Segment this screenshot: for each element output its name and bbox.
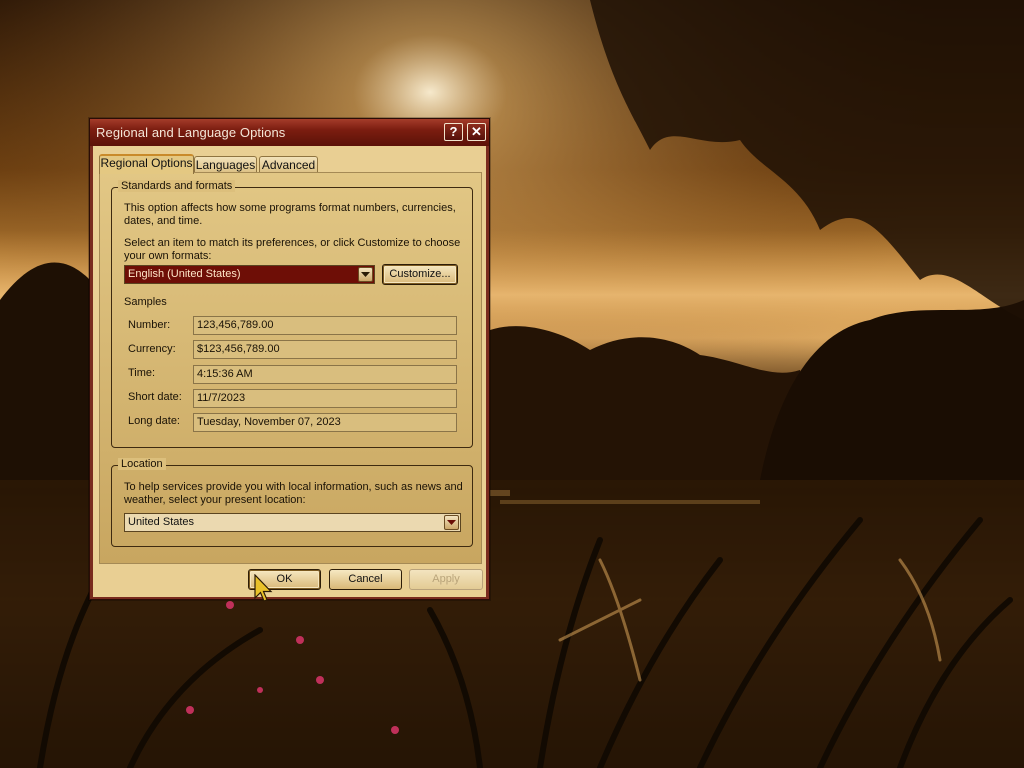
- cancel-button[interactable]: Cancel: [329, 569, 402, 590]
- sample-long-date-label: Long date:: [128, 415, 180, 427]
- tab-advanced[interactable]: Advanced: [259, 156, 318, 173]
- format-dropdown[interactable]: English (United States): [124, 265, 375, 284]
- location-desc-line2: weather, select your present location:: [124, 494, 306, 506]
- standards-formats-group: Standards and formats This option affect…: [111, 180, 473, 448]
- standards-select-line1: Select an item to match its preferences,…: [124, 237, 461, 249]
- sample-number-label: Number:: [128, 319, 171, 331]
- sample-currency-label: Currency:: [128, 343, 176, 355]
- help-button[interactable]: ?: [444, 123, 463, 141]
- samples-label: Samples: [124, 296, 167, 308]
- sample-time-value: 4:15:36 AM: [193, 365, 457, 384]
- sample-long-date-value: Tuesday, November 07, 2023: [193, 413, 457, 432]
- standards-select-line2: your own formats:: [124, 250, 212, 262]
- location-dropdown-value: United States: [128, 516, 195, 528]
- tab-regional-options[interactable]: Regional Options: [99, 154, 194, 174]
- customize-button[interactable]: Customize...: [382, 264, 458, 285]
- regional-language-dialog: Regional and Language Options ? ✕ Region…: [89, 118, 490, 600]
- location-desc-line1: To help services provide you with local …: [124, 481, 463, 493]
- sample-number-value: 123,456,789.00: [193, 316, 457, 335]
- sample-time-label: Time:: [128, 367, 156, 379]
- close-icon: ✕: [471, 124, 482, 139]
- sample-short-date-value: 11/7/2023: [193, 389, 457, 408]
- standards-formats-title: Standards and formats: [118, 180, 236, 192]
- location-group: Location To help services provide you wi…: [111, 458, 473, 547]
- title-bar[interactable]: Regional and Language Options ? ✕: [90, 119, 489, 146]
- dialog-title: Regional and Language Options: [96, 125, 286, 140]
- sample-short-date-label: Short date:: [128, 391, 182, 403]
- location-dropdown[interactable]: United States: [124, 513, 461, 532]
- close-button[interactable]: ✕: [467, 123, 486, 141]
- dialog-client-area: Regional Options Languages Advanced Stan…: [93, 146, 486, 597]
- mouse-pointer-icon: [254, 574, 273, 602]
- tab-panel-regional-options: Standards and formats This option affect…: [99, 172, 482, 564]
- location-title: Location: [118, 458, 166, 470]
- apply-button[interactable]: Apply: [409, 569, 483, 590]
- chevron-down-icon[interactable]: [444, 515, 459, 530]
- standards-desc-line2: dates, and time.: [124, 215, 203, 227]
- tab-languages[interactable]: Languages: [194, 156, 257, 173]
- format-dropdown-value: English (United States): [128, 268, 241, 280]
- chevron-down-icon[interactable]: [358, 267, 373, 282]
- sample-currency-value: $123,456,789.00: [193, 340, 457, 359]
- standards-desc-line1: This option affects how some programs fo…: [124, 202, 456, 214]
